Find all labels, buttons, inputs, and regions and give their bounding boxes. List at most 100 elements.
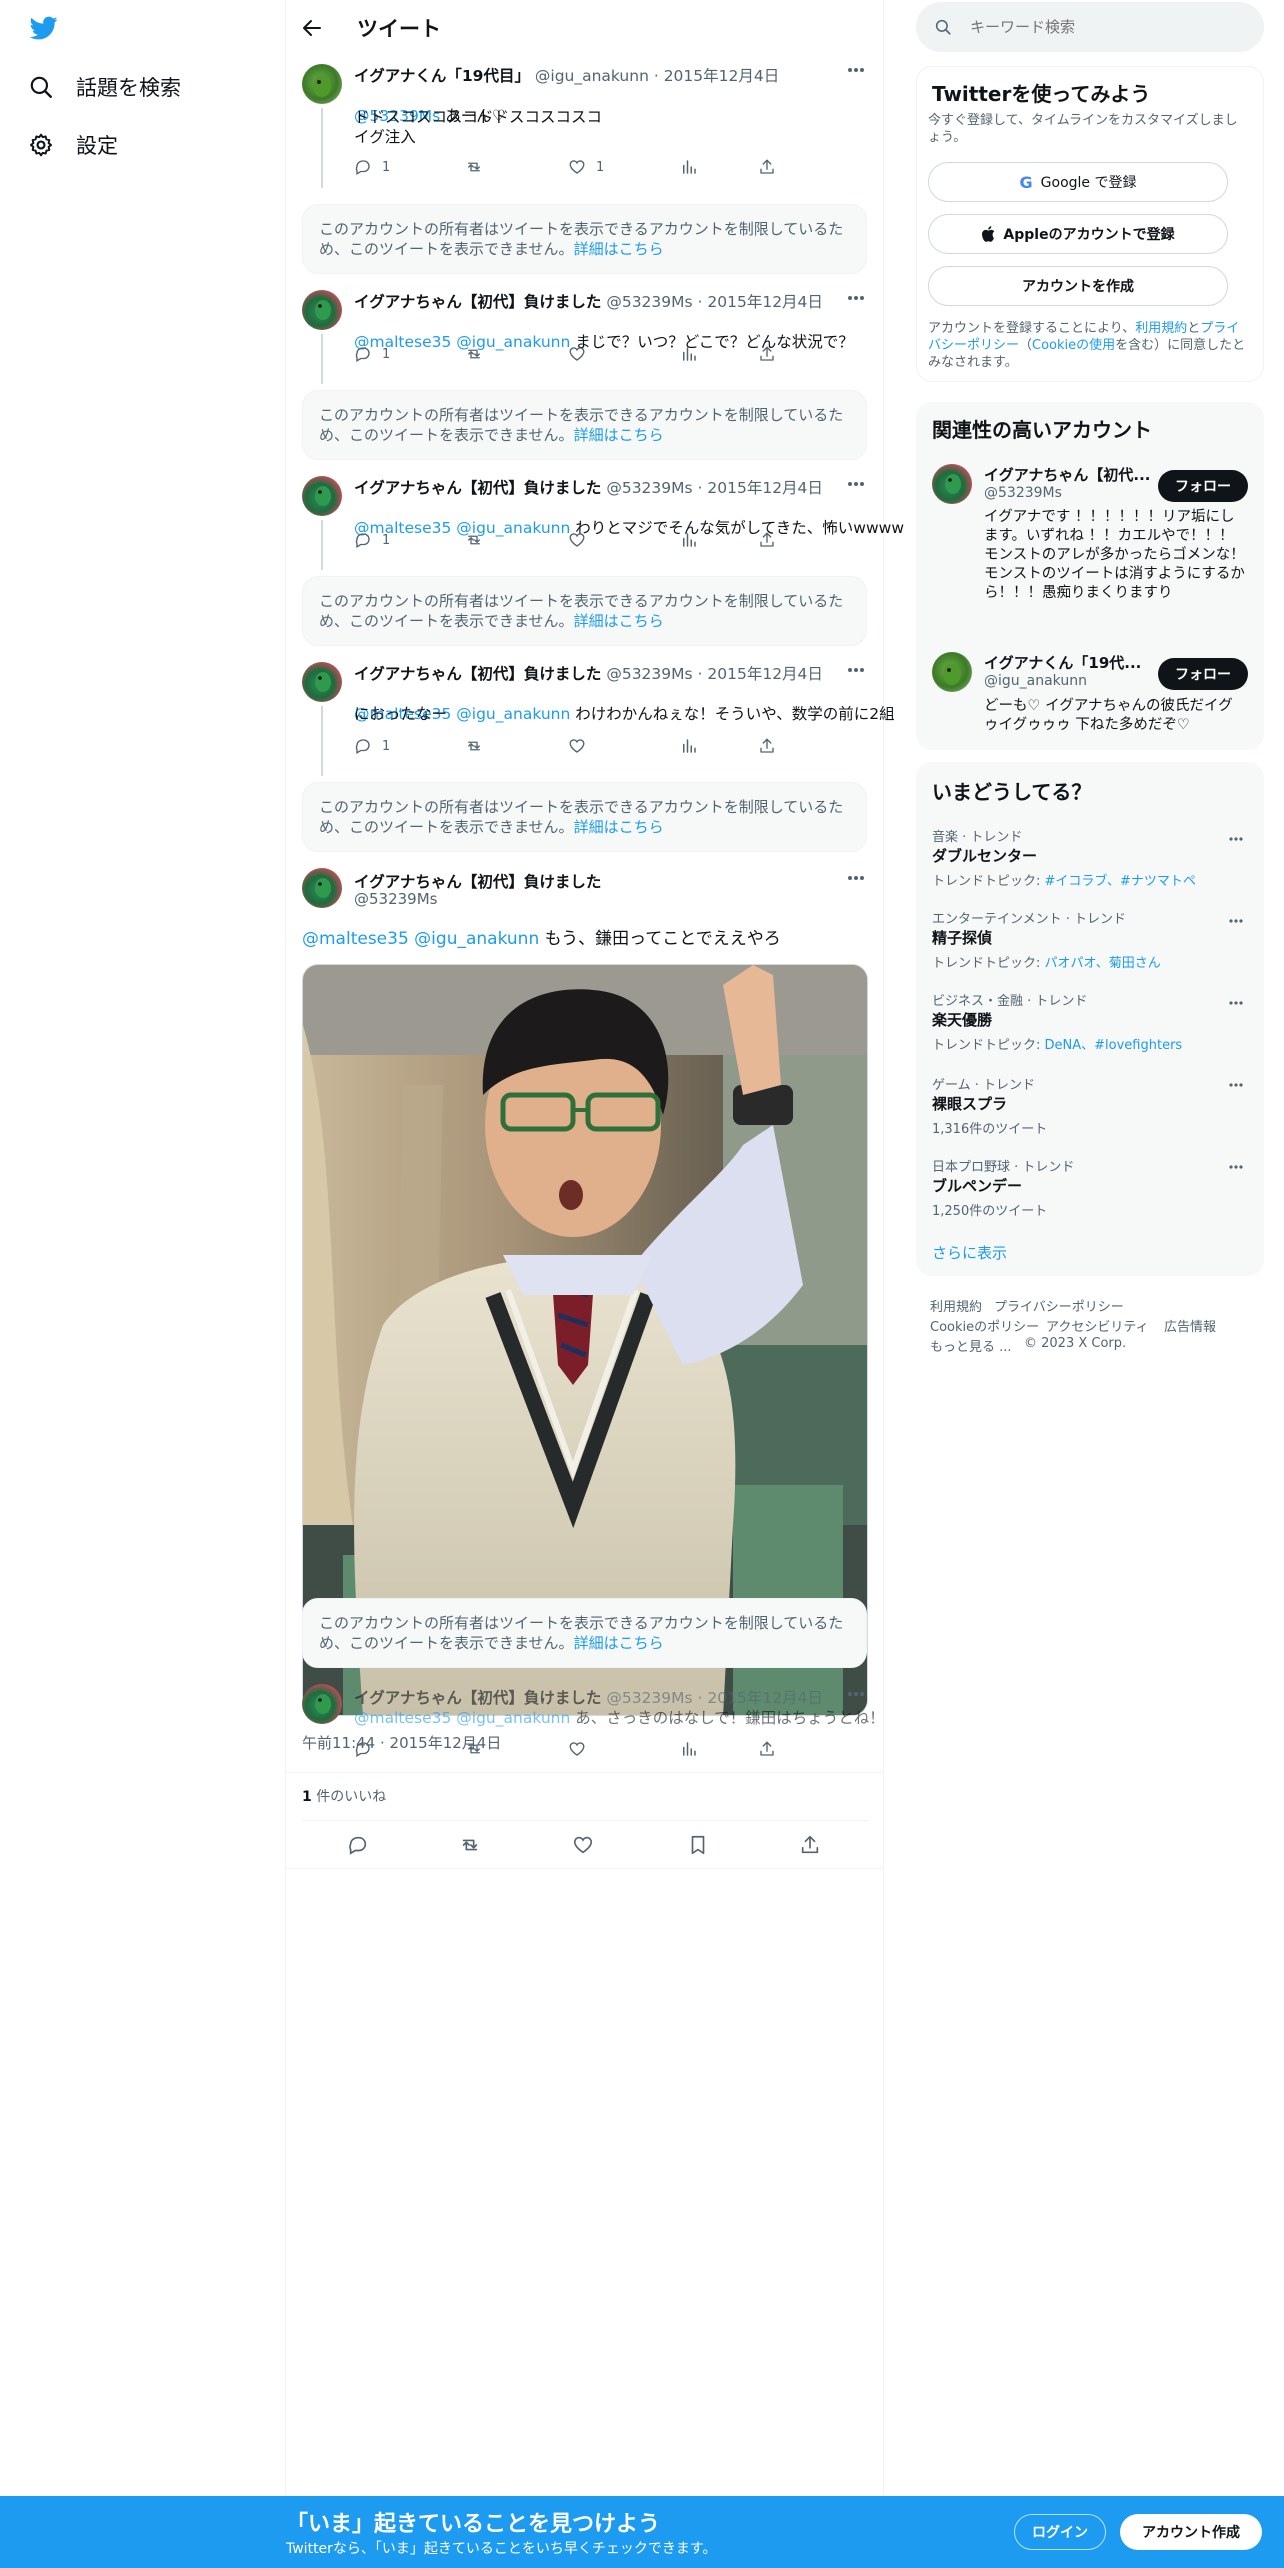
retweet-button[interactable]	[464, 531, 484, 549]
signup-button[interactable]: アカウント作成	[1120, 2514, 1262, 2550]
follow-button[interactable]: フォロー	[1158, 470, 1248, 502]
main-display-name[interactable]: イグアナちゃん【初代】負けました	[354, 870, 601, 892]
retweet-button[interactable]	[464, 737, 484, 755]
footer-link-more[interactable]: もっと見る ...	[930, 1336, 1012, 1355]
like-button[interactable]	[568, 1740, 586, 1758]
views-button[interactable]	[680, 1740, 698, 1758]
tweet-date[interactable]: · 2015年12月4日	[698, 293, 823, 311]
mention-link[interactable]: @maltese35 @igu_anakunn	[354, 1709, 570, 1727]
avatar[interactable]	[932, 652, 972, 692]
follow-button[interactable]: フォロー	[1158, 658, 1248, 690]
related-account-handle[interactable]: @igu_anakunn	[984, 673, 1087, 689]
views-button[interactable]	[680, 345, 698, 363]
google-signup-button[interactable]: G Google で登録	[928, 162, 1228, 202]
more-icon[interactable]	[1228, 1082, 1244, 1088]
main-handle[interactable]: @53239Ms	[354, 890, 437, 908]
twitter-logo[interactable]	[28, 14, 60, 42]
handle[interactable]: @53239Ms	[606, 479, 692, 497]
main-share-icon[interactable]	[799, 1834, 821, 1856]
more-icon[interactable]	[846, 1690, 866, 1698]
avatar[interactable]	[302, 64, 342, 104]
retweet-button[interactable]	[464, 158, 484, 176]
like-button[interactable]: 1	[568, 158, 604, 176]
learn-more-link[interactable]: 詳細はこちら	[574, 612, 664, 630]
footer-link-cookie[interactable]: Cookieのポリシー	[930, 1316, 1039, 1335]
learn-more-link[interactable]: 詳細はこちら	[574, 818, 664, 836]
share-button[interactable]	[758, 345, 776, 363]
main-reply-icon[interactable]	[347, 1834, 369, 1856]
main-bookmark-icon[interactable]	[687, 1834, 709, 1856]
sidebar-item-explore[interactable]: 話題を検索	[28, 72, 181, 102]
reply-button[interactable]: 1	[354, 737, 390, 755]
avatar[interactable]	[932, 464, 972, 504]
retweet-button[interactable]	[464, 1740, 484, 1758]
tweet-date[interactable]: · 2015年12月4日	[654, 67, 779, 85]
back-arrow-icon[interactable]	[300, 16, 324, 40]
display-name[interactable]: イグアナちゃん【初代】負けました	[354, 665, 601, 683]
learn-more-link[interactable]: 詳細はこちら	[574, 1634, 664, 1652]
footer-link-ads[interactable]: 広告情報	[1164, 1316, 1216, 1335]
cookie-link[interactable]: Cookieの使用	[1032, 338, 1115, 353]
more-icon[interactable]	[1228, 1164, 1244, 1170]
reply-button[interactable]: 1	[354, 531, 390, 549]
more-icon[interactable]	[846, 294, 866, 302]
avatar[interactable]	[302, 662, 342, 702]
like-button[interactable]	[568, 531, 586, 549]
main-retweet-icon[interactable]	[458, 1834, 482, 1856]
display-name[interactable]: イグアナちゃん【初代】負けました	[354, 479, 601, 497]
reply-button[interactable]	[354, 1740, 372, 1758]
views-button[interactable]	[680, 158, 698, 176]
like-button[interactable]	[568, 345, 586, 363]
display-name[interactable]: イグアナくん「19代目」	[354, 67, 530, 85]
share-button[interactable]	[758, 158, 776, 176]
display-name[interactable]: イグアナちゃん【初代】負けました	[354, 1689, 601, 1707]
reply-button[interactable]: 1	[354, 345, 390, 363]
more-icon[interactable]	[1228, 836, 1244, 842]
tweet-date[interactable]: · 2015年12月4日	[698, 479, 823, 497]
like-button[interactable]	[568, 737, 586, 755]
avatar[interactable]	[302, 1684, 342, 1724]
related-account-name[interactable]: イグアナちゃん【初代...	[984, 464, 1151, 485]
apple-signup-button[interactable]: Appleのアカウントで登録	[928, 214, 1228, 254]
handle[interactable]: @53239Ms	[606, 665, 692, 683]
related-account-name[interactable]: イグアナくん「19代...	[984, 652, 1141, 673]
avatar[interactable]	[302, 476, 342, 516]
tweet-date[interactable]: · 2015年12月4日	[698, 1689, 823, 1707]
search-box[interactable]	[916, 2, 1264, 52]
more-icon[interactable]	[1228, 918, 1244, 924]
more-icon[interactable]	[1228, 1000, 1244, 1006]
footer-link-accessibility[interactable]: アクセシビリティ	[1046, 1316, 1149, 1335]
tweet-date[interactable]: · 2015年12月4日	[698, 665, 823, 683]
handle[interactable]: @53239Ms	[606, 1689, 692, 1707]
more-icon[interactable]	[846, 66, 866, 74]
mention-link[interactable]: @maltese35 @igu_anakunn	[302, 929, 539, 949]
reply-button[interactable]: 1	[354, 158, 390, 176]
avatar[interactable]	[302, 868, 342, 908]
footer-link-terms[interactable]: 利用規約	[930, 1296, 982, 1315]
more-icon[interactable]	[846, 480, 866, 488]
views-button[interactable]	[680, 531, 698, 549]
share-button[interactable]	[758, 737, 776, 755]
terms-link[interactable]: 利用規約	[1135, 321, 1187, 336]
footer-link-privacy[interactable]: プライバシーポリシー	[994, 1296, 1124, 1315]
likes-count[interactable]: 1 件のいいね	[302, 1786, 386, 1806]
login-button[interactable]: ログイン	[1014, 2514, 1106, 2550]
retweet-button[interactable]	[464, 345, 484, 363]
more-icon[interactable]	[846, 666, 866, 674]
views-button[interactable]	[680, 737, 698, 755]
create-account-button[interactable]: アカウントを作成	[928, 266, 1228, 306]
share-button[interactable]	[758, 1740, 776, 1758]
display-name[interactable]: イグアナちゃん【初代】負けました	[354, 293, 601, 311]
search-input[interactable]	[970, 18, 1230, 36]
sidebar-item-settings[interactable]: 設定	[28, 130, 118, 160]
learn-more-link[interactable]: 詳細はこちら	[574, 240, 664, 258]
learn-more-link[interactable]: 詳細はこちら	[574, 426, 664, 444]
avatar[interactable]	[302, 290, 342, 330]
share-button[interactable]	[758, 531, 776, 549]
main-heart-icon[interactable]	[572, 1834, 594, 1856]
handle[interactable]: @53239Ms	[606, 293, 692, 311]
more-icon[interactable]	[846, 874, 866, 882]
related-account-handle[interactable]: @53239Ms	[984, 485, 1062, 501]
handle[interactable]: @igu_anakunn	[535, 67, 649, 85]
show-more-link[interactable]: さらに表示	[932, 1242, 1007, 1263]
